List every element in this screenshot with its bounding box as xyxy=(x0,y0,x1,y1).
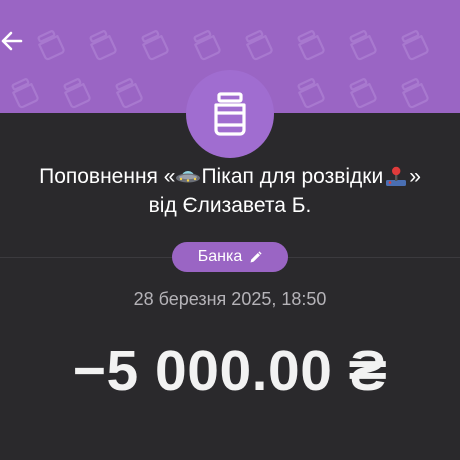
title-name: Пікап для розвідки xyxy=(201,165,384,188)
category-label: Банка xyxy=(197,248,243,265)
category-chip[interactable]: Банка xyxy=(172,242,288,272)
transaction-amount: −5 000.00 ₴ xyxy=(72,339,388,403)
joystick-icon xyxy=(386,166,407,186)
back-button[interactable] xyxy=(0,26,34,56)
title-suffix: » xyxy=(409,165,421,188)
title-prefix: Поповнення « xyxy=(39,165,176,188)
transaction-title: Поповнення « Пікап для розвідки » від Єл… xyxy=(0,162,460,220)
transaction-datetime: 28 березня 2025, 18:50 xyxy=(133,289,327,309)
title-line-2: від Єлизавета Б. xyxy=(148,194,312,217)
pencil-icon xyxy=(250,250,262,262)
arrow-left-icon xyxy=(1,31,23,51)
jar-avatar xyxy=(186,70,274,158)
flying-saucer-icon xyxy=(176,171,201,183)
jar-icon xyxy=(214,92,246,136)
title-line-1: Поповнення « Пікап для розвідки » xyxy=(0,162,460,191)
